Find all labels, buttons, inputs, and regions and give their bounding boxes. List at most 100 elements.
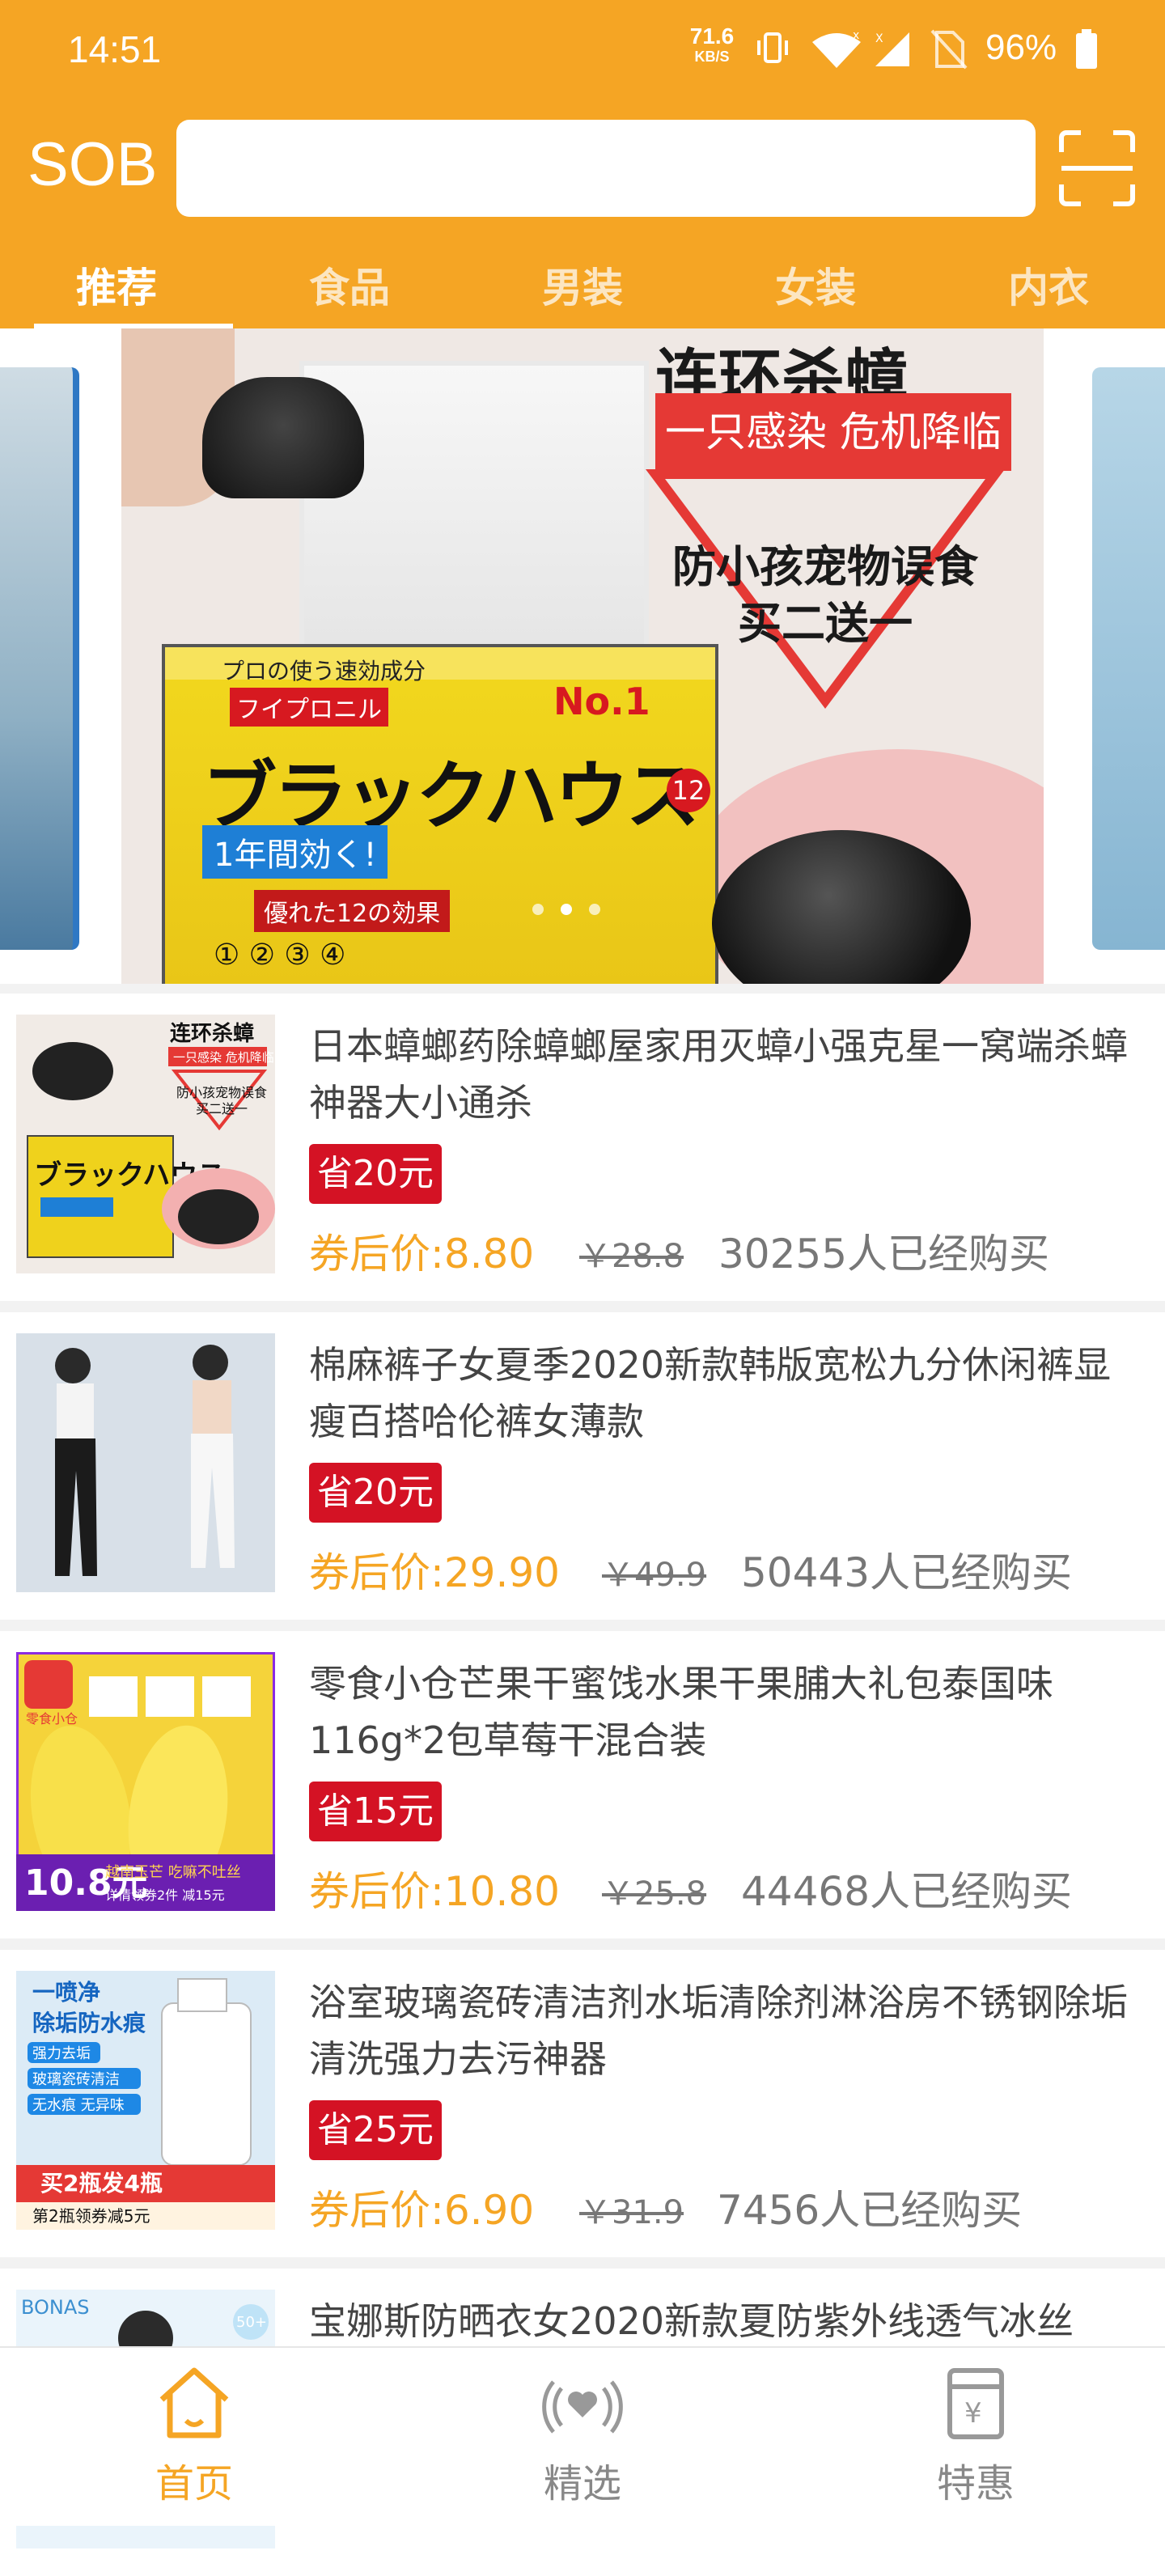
product-image-roach-bait: 连环杀蟑 一只感染 危机降临 防小孩宠物误食 买二送一 ブラックハウス: [16, 1015, 275, 1273]
product-item[interactable]: 零食小仓 10.8元 越南玉芒 吃嘛不吐丝 详情领券2件 减15元 零食小仓芒果…: [0, 1631, 1165, 1938]
svg-text:X: X: [875, 32, 883, 45]
product-image-cleaner: 一喷净 除垢防水痕 强力去垢 玻璃瓷砖清洁 无水痕 无异味 买2瓶发4瓶 第2瓶…: [16, 1971, 275, 2230]
sold-count: 50443人已经购买: [741, 1549, 1073, 1596]
product-thumbnail[interactable]: 连环杀蟑 一只感染 危机降临 防小孩宠物误食 买二送一 ブラックハウス: [16, 1015, 275, 1273]
coupon-badge: 省15元: [309, 1782, 442, 1841]
svg-text:连环杀蟑: 连环杀蟑: [170, 1021, 254, 1046]
network-speed-value: 71.6: [689, 23, 735, 49]
svg-text:买二送一: 买二送一: [196, 1101, 248, 1116]
svg-text:一只感染 危机降临: 一只感染 危机降临: [173, 1050, 274, 1065]
product-title[interactable]: 棉麻裤子女夏季2020新款韩版宽松九分休闲裤显瘦百搭哈伦裤女薄款: [309, 1337, 1134, 1450]
product-item[interactable]: 连环杀蟑 一只感染 危机降临 防小孩宠物误食 买二送一 ブラックハウス 日本蟑螂…: [0, 994, 1165, 1301]
carousel-dot[interactable]: [589, 904, 601, 915]
vibrate-icon: [757, 32, 788, 63]
svg-text:BONAS: BONAS: [21, 2296, 90, 2319]
product-title[interactable]: 浴室玻璃瓷砖清洁剂水垢清除剂淋浴房不锈钢除垢清洗强力去污神器: [309, 1974, 1134, 2087]
tab-food[interactable]: 食品: [233, 256, 466, 314]
coupon-price: 券后价:6.90: [309, 2187, 535, 2234]
svg-text:一喷净: 一喷净: [32, 1979, 100, 2006]
network-speed-unit: KB/S: [694, 49, 730, 65]
product-box-image: プロの使う速効成分 フイプロニル No.1 ブラックハウス 12 1年間効く! …: [162, 644, 718, 984]
banner-subtitle: 一只感染 危机降临: [655, 393, 1011, 471]
coupon-price: 券后价:10.80: [309, 1868, 560, 1915]
scan-icon[interactable]: [1057, 128, 1137, 209]
tab-menswear[interactable]: 男装: [466, 256, 699, 314]
status-bar: 14:51 71.6 KB/S x X 96%: [0, 0, 1165, 102]
sold-count: 7456人已经购买: [717, 2187, 1023, 2234]
original-price: ￥28.8: [579, 1238, 684, 1275]
banner-trap-image: [202, 377, 364, 498]
sold-count: 30255人已经购买: [718, 1231, 1050, 1277]
box-count-badge: 12: [667, 769, 710, 812]
home-icon: [159, 2367, 229, 2438]
network-speed: 71.6 KB/S: [680, 23, 744, 66]
box-effects-label: 優れた12の効果: [254, 890, 451, 932]
carousel-dot[interactable]: [532, 904, 544, 915]
original-price: ￥49.9: [602, 1557, 707, 1594]
search-input[interactable]: [176, 120, 1036, 217]
svg-text:50+: 50+: [236, 2314, 267, 2331]
tab-womenswear[interactable]: 女装: [699, 256, 932, 314]
svg-text:第2瓶领券减5元: 第2瓶领券减5元: [32, 2206, 150, 2226]
product-thumbnail[interactable]: [16, 1333, 275, 1592]
app-logo: SOB: [28, 130, 158, 199]
category-tabs: 推荐 食品 男装 女装 内衣: [0, 243, 1165, 328]
svg-text:¥: ¥: [964, 2397, 982, 2430]
original-price: ￥31.9: [579, 2194, 684, 2231]
coupon-price: 券后价:8.80: [309, 1231, 535, 1277]
tab-recommend[interactable]: 推荐: [0, 256, 233, 314]
sold-count: 44468人已经购买: [741, 1868, 1073, 1915]
product-title[interactable]: 零食小仓芒果干蜜饯水果干果脯大礼包泰国味116g*2包草莓干混合装: [309, 1655, 1134, 1769]
svg-text:零食小仓: 零食小仓: [26, 1711, 78, 1727]
svg-text:防小孩宠物误食: 防小孩宠物误食: [176, 1085, 267, 1100]
banner-slide[interactable]: 连环杀蟑 一只感染 危机降临 防小孩宠物误食 买二送一 プロの使う速効成分 フイ…: [121, 328, 1044, 984]
nav-home-label: 首页: [155, 2461, 233, 2506]
svg-text:详情领券2件 减15元: 详情领券2件 减15元: [105, 1888, 225, 1903]
product-item[interactable]: 棉麻裤子女夏季2020新款韩版宽松九分休闲裤显瘦百搭哈伦裤女薄款 省20元 券后…: [0, 1312, 1165, 1620]
coupon-price: 券后价:29.90: [309, 1549, 560, 1596]
box-duration-label: 1年間効く!: [202, 825, 388, 879]
nav-deals[interactable]: ¥ 特惠: [879, 2364, 1073, 2508]
coupon-box-icon: ¥: [947, 2368, 1004, 2439]
svg-text:越南玉芒 吃嘛不吐丝: 越南玉芒 吃嘛不吐丝: [105, 1864, 241, 1881]
box-no1-badge: No.1: [553, 680, 650, 723]
svg-text:玻璃瓷砖清洁: 玻璃瓷砖清洁: [32, 2071, 120, 2088]
box-ingredient-label: フイプロニル: [230, 688, 388, 727]
box-steps: ① ② ③ ④: [214, 938, 346, 972]
svg-text:买2瓶发4瓶: 买2瓶发4瓶: [40, 2170, 163, 2197]
svg-text:除垢防水痕: 除垢防水痕: [32, 2010, 146, 2036]
product-image-pants: [16, 1333, 275, 1592]
product-image-mango: 零食小仓 10.8元 越南玉芒 吃嘛不吐丝 详情领券2件 减15元: [16, 1652, 275, 1911]
banner-next-card[interactable]: [1092, 367, 1165, 950]
original-price: ￥25.8: [602, 1875, 707, 1913]
svg-text:x: x: [853, 29, 859, 42]
wifi-icon: x: [812, 29, 861, 68]
product-item[interactable]: 一喷净 除垢防水痕 强力去垢 玻璃瓷砖清洁 无水痕 无异味 买2瓶发4瓶 第2瓶…: [0, 1950, 1165, 2257]
status-time: 14:51: [68, 28, 162, 70]
nav-featured[interactable]: 精选: [485, 2364, 680, 2508]
banner-line-2: 买二送一: [738, 598, 913, 649]
signal-icon: X: [875, 32, 909, 66]
bottom-navigation: 首页 精选 ¥ 特惠: [0, 2346, 1165, 2526]
tab-underwear[interactable]: 内衣: [932, 256, 1165, 314]
coupon-badge: 省20元: [309, 1144, 442, 1204]
product-thumbnail[interactable]: 一喷净 除垢防水痕 强力去垢 玻璃瓷砖清洁 无水痕 无异味 买2瓶发4瓶 第2瓶…: [16, 1971, 275, 2230]
no-sim-icon: [930, 29, 968, 70]
coupon-badge: 省20元: [309, 1463, 442, 1523]
product-title[interactable]: 日本蟑螂药除蟑螂屋家用灭蟑小强克星一窝端杀蟑神器大小通杀: [309, 1018, 1134, 1131]
app-header: 14:51 71.6 KB/S x X 96% SOB 推荐 食品 男装 女装 …: [0, 0, 1165, 328]
svg-text:无水痕 无异味: 无水痕 无异味: [32, 2097, 125, 2114]
nav-home[interactable]: 首页: [97, 2364, 291, 2508]
banner-carousel[interactable]: 连环杀蟑 一只感染 危机降临 防小孩宠物误食 买二送一 プロの使う速効成分 フイ…: [0, 328, 1165, 984]
banner-prev-card[interactable]: [0, 367, 79, 950]
battery-icon: [1076, 29, 1097, 69]
carousel-dots: [526, 903, 607, 918]
product-title[interactable]: 宝娜斯防晒衣女2020新款夏防紫外线透气冰丝: [309, 2293, 1134, 2349]
coupon-badge: 省25元: [309, 2100, 442, 2160]
product-thumbnail[interactable]: 零食小仓 10.8元 越南玉芒 吃嘛不吐丝 详情领券2件 减15元: [16, 1652, 275, 1911]
battery-percent: 96%: [985, 28, 1057, 67]
nav-deals-label: 特惠: [936, 2461, 1015, 2506]
banner-line-1: 防小孩宠物误食: [672, 541, 978, 592]
carousel-dot-active[interactable]: [561, 904, 573, 915]
broadcast-heart-icon: [542, 2380, 623, 2434]
